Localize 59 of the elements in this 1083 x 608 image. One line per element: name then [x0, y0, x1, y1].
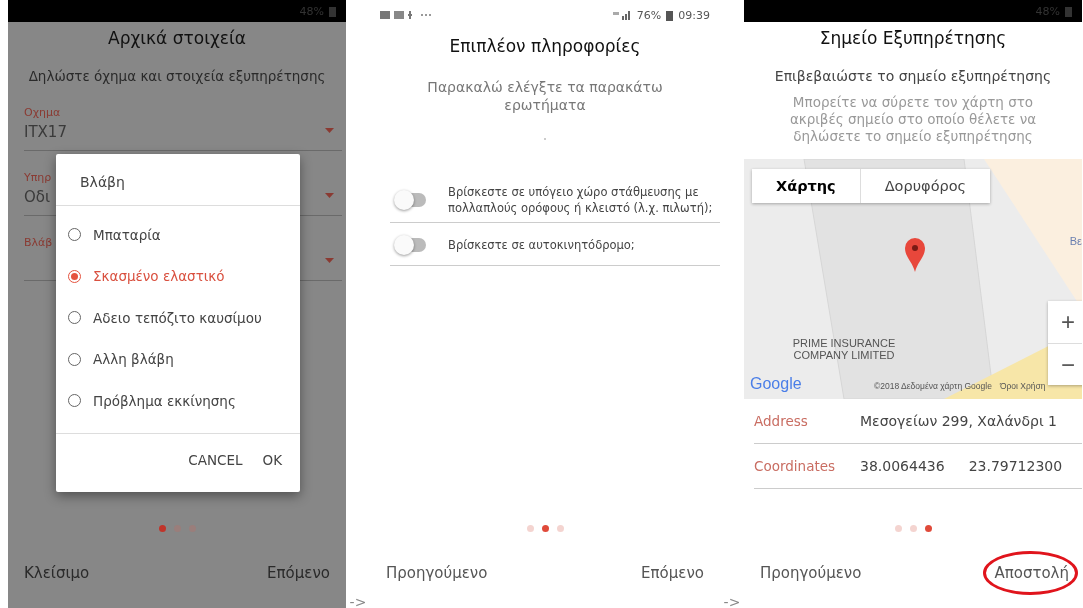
radio-option[interactable]: Σκασμένο ελαστικό: [56, 255, 300, 297]
nav-button[interactable]: Κλείσιμο: [24, 560, 90, 586]
dialog-button[interactable]: CANCEL: [180, 446, 251, 474]
question-text: Βρίσκεστε σε υπόγειο χώρο στάθμευσης με πολλαπλούς ορόφους ή κλειστό (λ.χ. πιλωτή);: [448, 184, 714, 216]
hint-text: Μπορείτε να σύρετε τον χάρτη στο ακριβές σημείο στο οποίο θέλετε να δηλώσετε το σημείο εξυπηρέτησης: [788, 94, 1038, 145]
page-dot[interactable]: [526, 525, 534, 532]
screen-title: Σημείο Εξυπηρέτησης: [818, 28, 1008, 48]
page-dot[interactable]: [909, 525, 917, 532]
nav-button[interactable]: Προηγούμενο: [760, 560, 862, 586]
caret-icon: [325, 193, 334, 198]
map-pin-icon: [904, 237, 926, 273]
terms-link[interactable]: Όροι Χρήση: [999, 381, 1046, 391]
screen-subtitle: Επιβεβαιώστε το σημείο εξυπηρέτησης: [773, 68, 1053, 84]
screen-title: Αρχικά στοιχεία: [107, 28, 247, 48]
map-type-tab[interactable]: Δορυφόρος: [859, 169, 991, 203]
flow-arrow: ->: [349, 594, 367, 608]
nav-button[interactable]: Προηγούμενο: [386, 560, 488, 586]
battery-icon: [329, 5, 336, 17]
battery-icon: [666, 9, 674, 21]
detail-value: 38.0064436: [860, 458, 945, 474]
toggle-switch[interactable]: [396, 193, 426, 207]
dialog-title: Βλάβη: [56, 154, 300, 206]
map-label: Βε: [1069, 235, 1082, 247]
page-dot[interactable]: [924, 525, 932, 532]
page-dot[interactable]: [894, 525, 902, 532]
radio-option[interactable]: Αδειο τεπόζιτο καυσίμου: [56, 297, 300, 339]
zoom-button[interactable]: −: [1048, 343, 1082, 385]
radio-option[interactable]: Πρόβλημα εκκίνησης: [56, 380, 300, 422]
caret-icon: [325, 258, 334, 263]
detail-value: 23.79712300: [968, 458, 1063, 474]
nav-button[interactable]: Επόμενο: [267, 560, 330, 586]
nav-button[interactable]: Αποστολή: [983, 551, 1078, 595]
radio-option[interactable]: Μπαταρία: [56, 214, 300, 256]
toggle-switch[interactable]: [396, 238, 426, 252]
flow-arrow: ->: [723, 594, 741, 608]
screen-subtitle: Παρακαλώ ελέγξτε τα παρακάτω ερωτήματα: [426, 78, 664, 114]
page-dot[interactable]: [541, 525, 549, 532]
screen-title: Επιπλέον πληροφορίες: [448, 36, 642, 56]
caret-icon: [325, 128, 334, 133]
map-type-tab[interactable]: Χάρτης: [752, 169, 860, 203]
page-dot[interactable]: [556, 525, 564, 532]
detail-value: Μεσογείων 299, Χαλάνδρι 1: [860, 413, 1057, 429]
battery-percent: 76%: [636, 8, 662, 22]
page-dot[interactable]: [158, 525, 166, 532]
signal-icon: [611, 10, 632, 20]
map-logo: Google: [750, 375, 802, 393]
nav-button[interactable]: Επόμενο: [641, 560, 704, 586]
battery-icon: [1065, 5, 1072, 17]
screen-subtitle: Δηλώστε όχημα και στοιχεία εξυπηρέτησης: [27, 68, 327, 84]
clock-time: 09:39: [678, 8, 710, 22]
dialog-button[interactable]: OK: [254, 446, 290, 474]
radio-option[interactable]: Αλλη βλάβη: [56, 338, 300, 380]
zoom-button[interactable]: +: [1048, 301, 1082, 343]
detail-label: Coordinates: [754, 458, 837, 474]
detail-label: Address: [754, 413, 809, 429]
map-view[interactable]: Χάρτης Δορυφόρος Βε + − PRIME INSURANCE COMPANY LIMITED Google ©2018 Δεδομένα χάρτη Google Όροι Χρήση: [744, 159, 1082, 399]
question-text: Βρίσκεστε σε αυτοκινητόδρομο;: [448, 237, 635, 253]
map-place-label: PRIME INSURANCE COMPANY LIMITED: [791, 337, 897, 361]
map-attribution: ©2018 Δεδομένα χάρτη Google: [874, 381, 992, 391]
